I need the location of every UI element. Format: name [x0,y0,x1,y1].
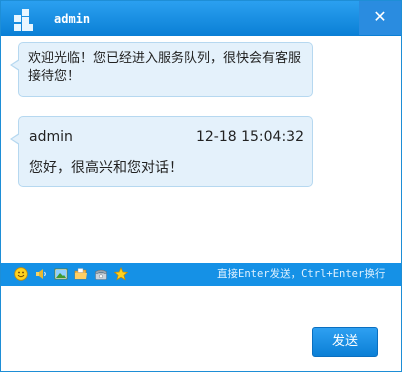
close-button[interactable]: ✕ [359,1,401,35]
send-button[interactable]: 发送 [312,327,378,357]
image-icon[interactable] [54,267,68,281]
message-input-area[interactable]: 发送 [1,286,401,371]
chat-window: admin ✕ 欢迎光临！您已经进入服务队列，很快会有客服接待您！ admin … [0,0,402,372]
message-toolbar: 直接Enter发送，Ctrl+Enter换行 [1,263,401,286]
system-message: 欢迎光临！您已经进入服务队列，很快会有客服接待您！ [10,42,313,97]
folder-icon[interactable] [74,267,88,281]
message-text: 您好，很高兴和您对话！ [29,160,183,176]
chat-message: admin 12-18 15:04:32 您好，很高兴和您对话！ [10,116,313,187]
chat-history: 欢迎光临！您已经进入服务队列，很快会有客服接待您！ admin 12-18 15… [1,36,401,262]
volume-icon[interactable] [34,267,48,281]
title-bar: admin ✕ [1,1,401,36]
send-hint: 直接Enter发送，Ctrl+Enter换行 [217,268,386,280]
smiley-icon[interactable] [14,267,28,281]
phone-icon[interactable] [94,267,108,281]
message-timestamp: 12-18 15:04:32 [195,129,304,145]
app-logo-icon [14,9,33,31]
system-message-text: 欢迎光临！您已经进入服务队列，很快会有客服接待您！ [28,51,302,84]
message-sender: admin [29,129,73,145]
window-title: admin [54,12,91,26]
star-icon[interactable] [114,267,128,281]
close-icon[interactable]: ✕ [373,7,386,26]
